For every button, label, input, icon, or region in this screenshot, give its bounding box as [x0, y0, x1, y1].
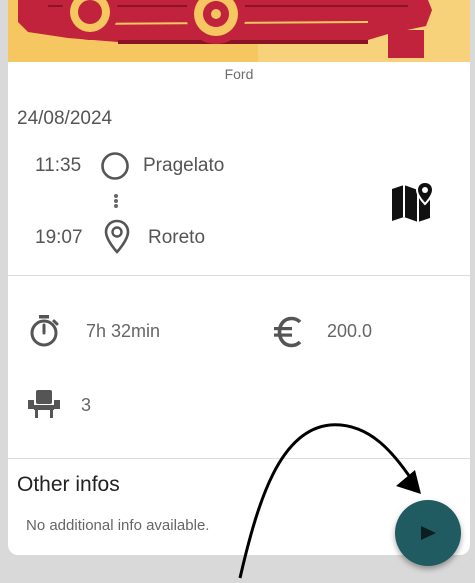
annotation-arrow — [238, 423, 421, 579]
